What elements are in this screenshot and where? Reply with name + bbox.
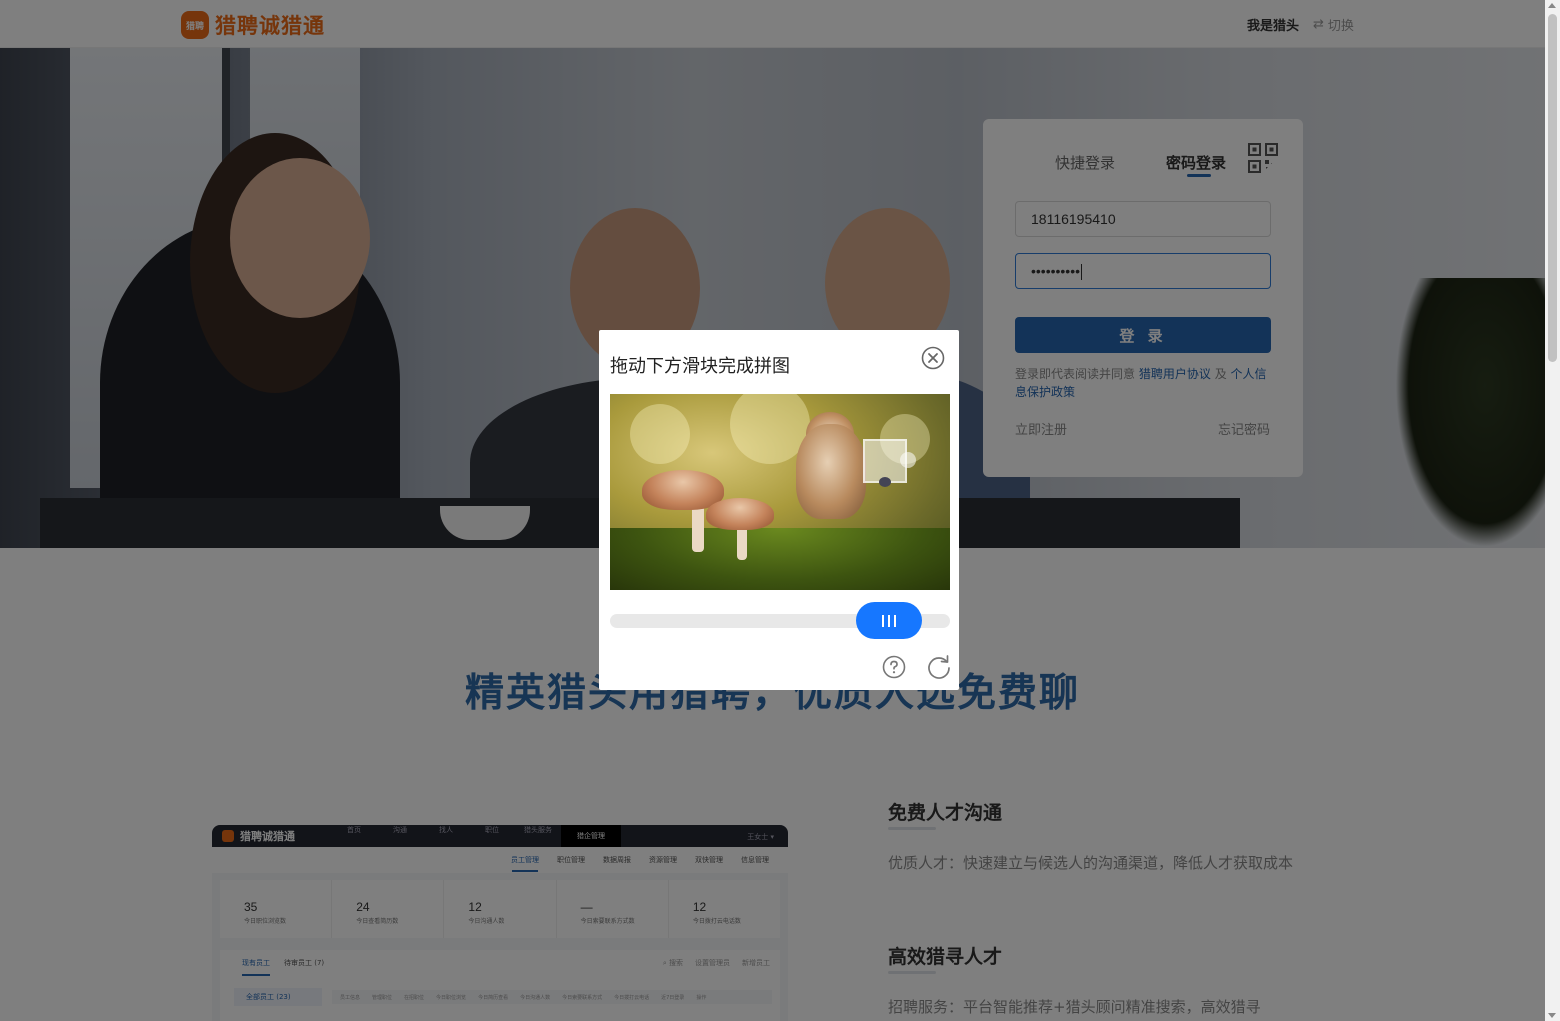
page-scrollbar[interactable] (1545, 0, 1560, 1021)
scroll-up-icon[interactable] (1548, 3, 1556, 8)
puzzle-image (610, 394, 950, 590)
slider-handle[interactable] (856, 602, 922, 639)
captcha-modal: 拖动下方滑块完成拼图 (599, 330, 959, 690)
close-circle-icon[interactable] (921, 346, 945, 370)
captcha-title: 拖动下方滑块完成拼图 (610, 356, 790, 377)
scroll-thumb[interactable] (1548, 14, 1557, 362)
puzzle-slot (863, 439, 916, 487)
scroll-down-icon[interactable] (1548, 1013, 1556, 1018)
refresh-icon[interactable] (926, 654, 952, 680)
help-circle-icon[interactable] (882, 655, 906, 679)
